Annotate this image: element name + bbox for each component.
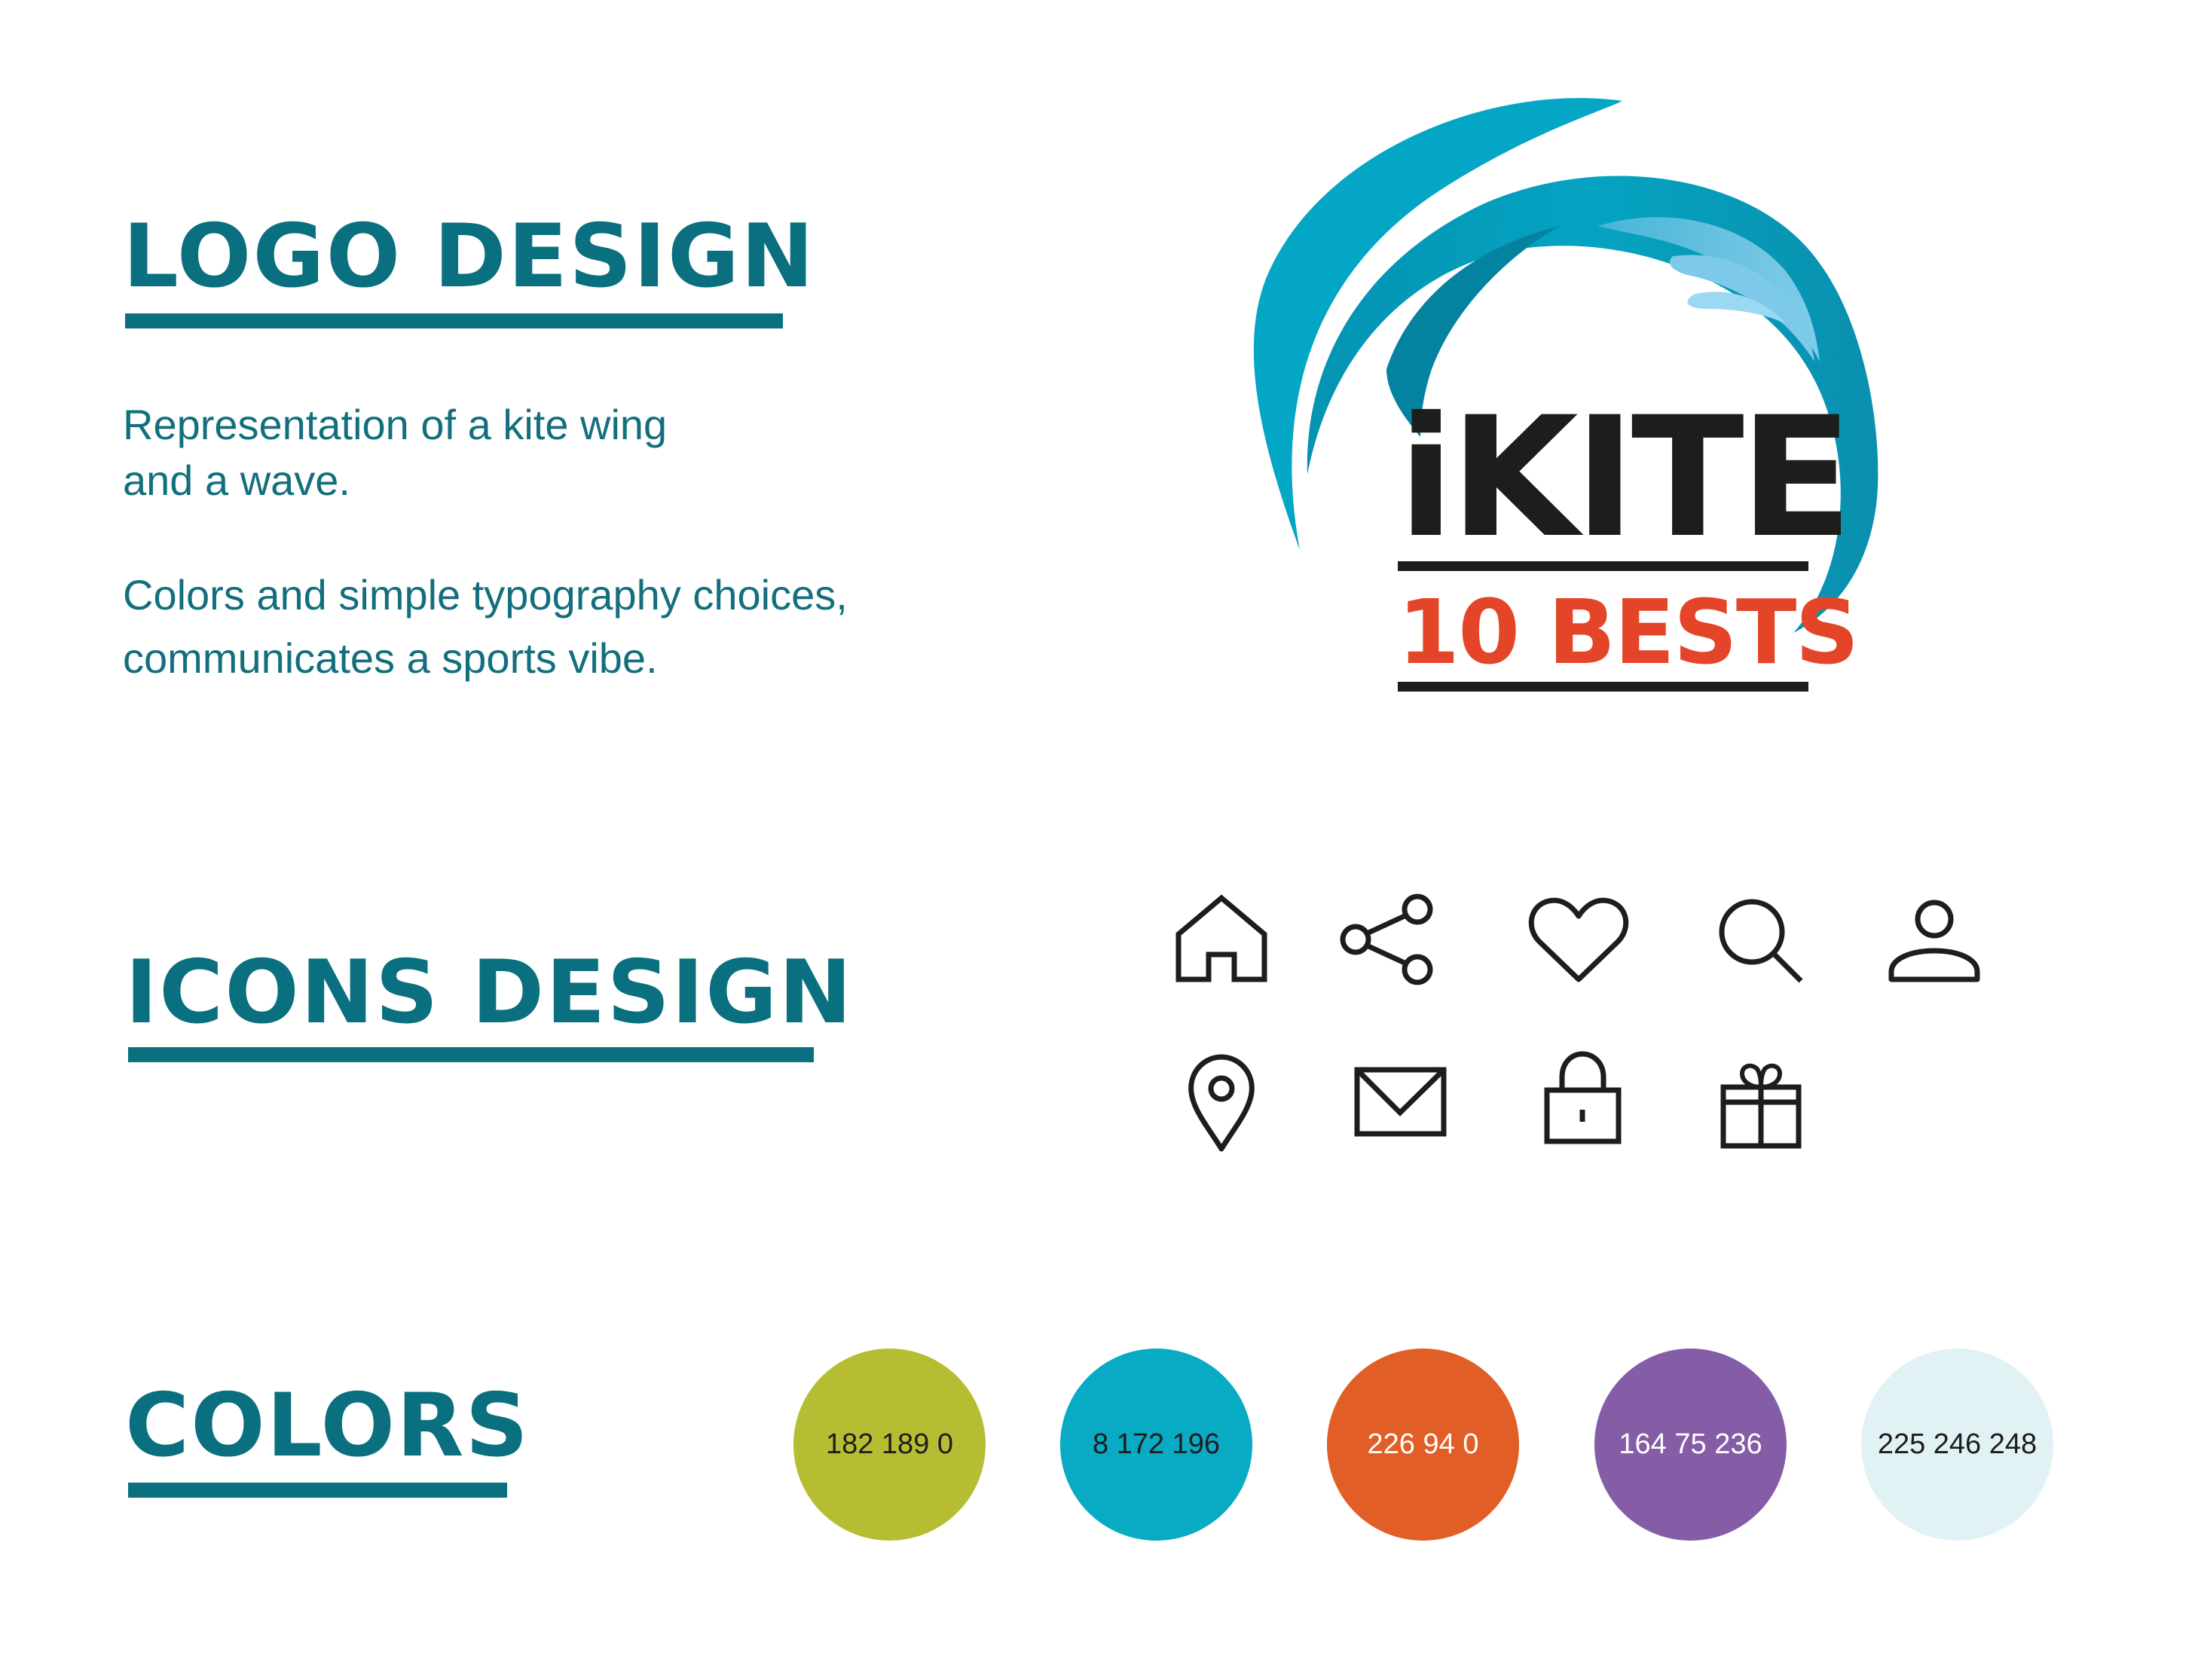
envelope-icon bbox=[1346, 1043, 1459, 1156]
gift-icon bbox=[1704, 1043, 1817, 1156]
color-swatch: 8 172 196 bbox=[1060, 1349, 1252, 1541]
search-icon bbox=[1703, 883, 1816, 996]
color-swatch: 226 94 0 bbox=[1327, 1349, 1519, 1541]
color-swatch: 225 246 248 bbox=[1861, 1349, 2053, 1541]
logo-description: Representation of a kite wing and a wave… bbox=[123, 397, 667, 509]
heart-icon bbox=[1522, 883, 1635, 996]
color-swatch-label: 182 189 0 bbox=[825, 1428, 954, 1460]
color-swatch-label: 226 94 0 bbox=[1367, 1428, 1479, 1460]
share-icon bbox=[1331, 883, 1444, 996]
user-icon bbox=[1878, 883, 1991, 996]
logo-design-underline bbox=[125, 313, 783, 328]
logo-description-line: Colors and simple typography choices, bbox=[123, 571, 848, 619]
logo-top-rule bbox=[1398, 561, 1808, 571]
color-swatch-label: 8 172 196 bbox=[1092, 1428, 1221, 1460]
colors-heading: COLORS bbox=[125, 1375, 530, 1477]
logo-brand-text: iKITE bbox=[1398, 381, 1848, 574]
logo-description-line: Representation of a kite wing bbox=[123, 401, 668, 448]
logo-design-heading: LOGO DESIGN bbox=[123, 206, 816, 307]
color-swatch-label: 225 246 248 bbox=[1877, 1428, 2038, 1460]
color-swatch: 182 189 0 bbox=[793, 1349, 986, 1541]
icons-design-underline bbox=[128, 1047, 814, 1062]
color-swatch: 164 75 236 bbox=[1594, 1349, 1787, 1541]
logo-bottom-rule bbox=[1398, 682, 1808, 692]
logo-description-line: communicates a sports vibe. bbox=[123, 634, 658, 682]
home-icon bbox=[1165, 883, 1278, 996]
ikite-logo: iKITE 10 BESTS bbox=[1206, 83, 1974, 716]
logo-description-line: and a wave. bbox=[123, 457, 350, 504]
colors-underline bbox=[128, 1483, 507, 1498]
lock-icon bbox=[1528, 1043, 1641, 1156]
ikite-logo-graphic: iKITE 10 BESTS bbox=[1253, 98, 1879, 692]
logo-tagline-text: 10 BESTS bbox=[1398, 580, 1857, 684]
color-swatch-label: 164 75 236 bbox=[1619, 1428, 1762, 1460]
logo-description-2: Colors and simple typography choices, co… bbox=[123, 564, 848, 690]
location-pin-icon bbox=[1165, 1043, 1278, 1156]
icons-design-heading: ICONS DESIGN bbox=[125, 942, 854, 1043]
